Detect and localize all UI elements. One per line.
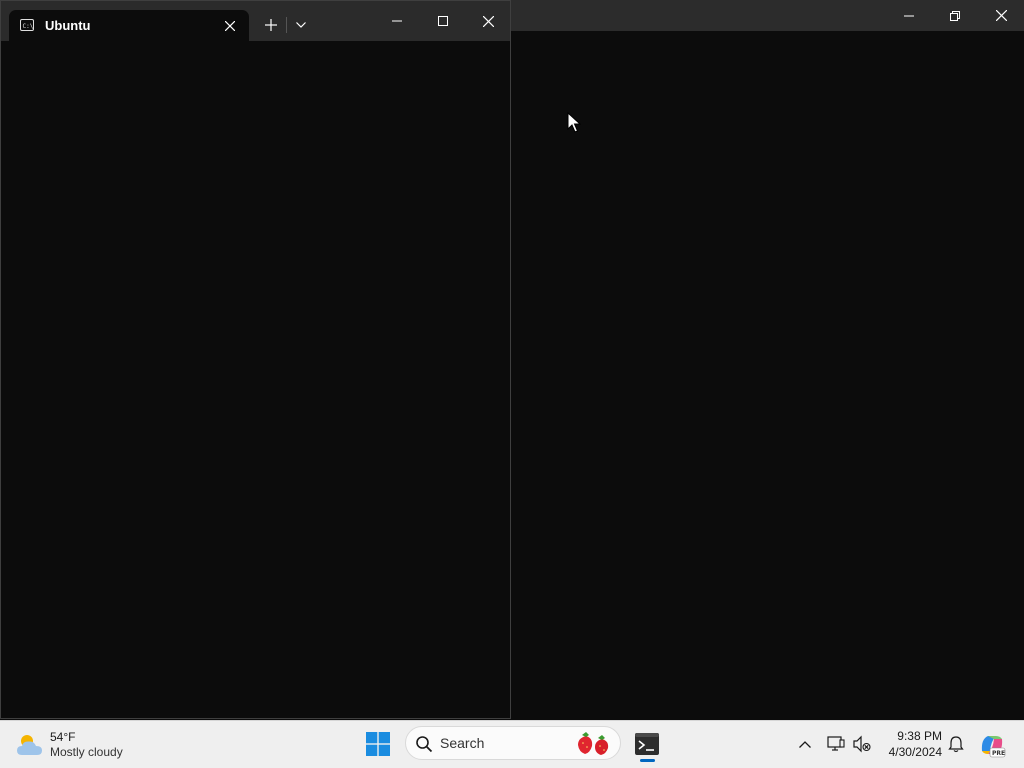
copilot-icon[interactable]: PRE xyxy=(978,731,1006,759)
search-box[interactable]: Search xyxy=(405,726,621,760)
svg-text:PRE: PRE xyxy=(992,750,1005,757)
terminal-icon xyxy=(635,733,659,755)
tab-dropdown-button[interactable] xyxy=(290,13,312,37)
close-icon xyxy=(482,15,494,27)
close-icon xyxy=(995,10,1007,21)
terminal-output-area[interactable] xyxy=(1,41,510,718)
svg-text:C:\: C:\ xyxy=(23,23,34,30)
terminal-window: C:\ Ubuntu xyxy=(0,0,511,719)
network-icon[interactable] xyxy=(826,734,846,754)
tab-divider xyxy=(286,17,287,33)
weather-widget[interactable]: 54°F Mostly cloudy xyxy=(14,727,123,763)
cloudy-weather-icon xyxy=(17,735,42,755)
maximize-button[interactable] xyxy=(420,1,466,41)
volume-muted-icon[interactable] xyxy=(852,734,872,754)
clock[interactable]: 9:38 PM 4/30/2024 xyxy=(876,728,942,760)
search-label: Search xyxy=(440,735,485,751)
chevron-down-icon xyxy=(296,22,306,28)
background-close-button[interactable] xyxy=(978,0,1024,31)
minimize-icon xyxy=(392,20,402,22)
weather-condition: Mostly cloudy xyxy=(50,745,123,759)
show-hidden-icons-button[interactable] xyxy=(795,734,815,754)
maximize-icon xyxy=(438,16,448,26)
search-icon xyxy=(416,736,433,753)
background-minimize-button[interactable] xyxy=(886,0,932,31)
terminal-tab-icon: C:\ xyxy=(20,19,34,31)
minimize-icon xyxy=(904,15,914,16)
background-restore-button[interactable] xyxy=(932,0,978,31)
strawberry-icon xyxy=(578,732,609,755)
terminal-tab-bar: C:\ Ubuntu xyxy=(1,1,510,41)
taskbar: 54°F Mostly cloudy Search 9:38 PM 4/30/2… xyxy=(0,720,1024,768)
taskbar-terminal-app[interactable] xyxy=(628,725,666,763)
clock-date: 4/30/2024 xyxy=(888,745,942,759)
clock-time: 9:38 PM xyxy=(897,729,942,743)
mouse-cursor-icon xyxy=(567,112,581,133)
close-icon xyxy=(225,21,235,31)
close-button[interactable] xyxy=(465,1,511,41)
restore-icon xyxy=(950,10,960,21)
minimize-button[interactable] xyxy=(374,1,420,41)
chevron-up-icon xyxy=(799,740,811,748)
bell-icon[interactable] xyxy=(946,734,966,754)
tab-title: Ubuntu xyxy=(45,18,91,33)
tab-ubuntu[interactable]: C:\ Ubuntu xyxy=(9,10,249,41)
new-tab-button[interactable] xyxy=(259,13,283,37)
tab-close-button[interactable] xyxy=(219,15,241,37)
weather-temperature: 54°F xyxy=(50,730,76,744)
windows-logo-icon xyxy=(366,732,390,756)
plus-icon xyxy=(265,19,277,31)
start-button[interactable] xyxy=(362,728,394,760)
active-app-indicator xyxy=(640,759,655,762)
